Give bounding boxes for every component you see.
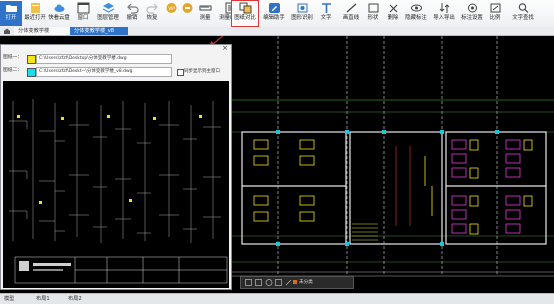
tab-layout-2[interactable]: 布局2	[68, 295, 82, 303]
measure-icon	[199, 5, 211, 11]
file2-label: 图纸二：	[3, 68, 23, 73]
window-icon	[77, 2, 89, 14]
shape-recognition-label: 图形识别	[291, 15, 313, 21]
text-icon	[321, 3, 331, 13]
recent-files-icon	[30, 3, 40, 13]
delete-button[interactable]: 删除	[384, 1, 402, 26]
scale-label: 比例	[489, 15, 501, 21]
tools-icon	[182, 3, 192, 13]
layers-icon	[102, 3, 114, 13]
tab-drawing-2[interactable]: 分体变教学楼_v8	[70, 27, 128, 35]
layer-float-bar: 未分类	[240, 276, 354, 289]
annotation-settings-button[interactable]: 标注设置	[460, 1, 484, 26]
file1-color-swatch[interactable]	[27, 54, 36, 64]
import-export-icon	[439, 3, 449, 13]
tab-model[interactable]: 模型	[4, 295, 14, 303]
sync-label: 同步显示到主窗口	[184, 69, 220, 74]
compare-dialog-header: ×	[1, 44, 231, 52]
shape-label: 形状	[367, 15, 379, 21]
delete-icon	[389, 4, 397, 13]
cloud-drive-label: 快看云盘	[48, 15, 70, 21]
text-search-button[interactable]: 文字查找	[510, 1, 536, 26]
compare-dialog: × 图纸一： C:\Users\zfzf\Desktop\分体变教学楼.dwg …	[0, 44, 232, 290]
layers-button[interactable]: 图层管理	[96, 1, 120, 26]
cloud-drive-icon	[54, 4, 64, 12]
shape-recognition-button[interactable]: 图形识别	[290, 1, 314, 26]
layout-tab-bar: 模型 布局1 布局2	[0, 293, 554, 304]
shape-button[interactable]: 形状	[364, 1, 382, 26]
drawing-compare-icon	[239, 2, 251, 14]
compare-preview-drawing	[3, 81, 229, 288]
recent-files-button[interactable]: 最近打开	[24, 1, 46, 26]
drawing-compare-label: 图纸对比	[234, 15, 256, 21]
tab-drawing-1[interactable]: 分体变教学楼	[14, 27, 77, 35]
annotation-settings-label: 标注设置	[461, 15, 483, 21]
annotation-settings-icon	[467, 3, 477, 13]
hide-annotation-icon	[410, 4, 422, 12]
draw-line-label: 画直线	[342, 15, 360, 21]
edit-assistant-label: 编辑助手	[263, 15, 285, 21]
measure-label: 测量	[199, 15, 211, 21]
vip-button[interactable]: VIP	[164, 1, 178, 26]
undo-icon	[126, 3, 139, 14]
tools-button[interactable]	[180, 1, 194, 26]
file2-path-field[interactable]: C:\Users\zfzf\Deskt~\分体变教学楼_v8.dwg	[36, 67, 172, 77]
layers-label: 图层管理	[97, 15, 119, 21]
drawing-compare-button[interactable]: 图纸对比	[231, 0, 259, 27]
file1-label: 图纸一：	[3, 55, 23, 60]
redo-label: 恢复	[146, 15, 158, 21]
import-export-label: 导入导出	[433, 15, 455, 21]
text-label: 文字	[320, 15, 332, 21]
scale-icon	[490, 3, 500, 13]
compare-preview-canvas[interactable]	[3, 81, 229, 288]
layer-category-label: 未分类	[299, 280, 313, 285]
redo-button[interactable]: 恢复	[144, 1, 160, 26]
shape-icon	[368, 3, 378, 13]
scale-button[interactable]: 比例	[486, 1, 504, 26]
text-search-icon	[518, 3, 528, 13]
text-button[interactable]: 文字	[318, 1, 334, 26]
vip-icon: VIP	[166, 3, 176, 13]
open-label: 打开	[5, 15, 17, 21]
hide-annotation-button[interactable]: 隐藏标注	[404, 1, 428, 26]
file2-color-swatch[interactable]	[27, 67, 36, 77]
main-toolbar: 打开 最近打开 快看云盘 窗口 图层管理 撤销 恢复 VIP 测量 测量统计 图…	[0, 0, 554, 28]
edit-assistant-icon	[268, 3, 280, 13]
recent-files-label: 最近打开	[24, 15, 46, 21]
tab-drawing-1-label: 分体变教学楼	[18, 28, 50, 34]
delete-label: 删除	[387, 15, 399, 21]
hide-annotation-label: 隐藏标注	[405, 15, 427, 21]
draw-line-icon	[346, 3, 356, 13]
svg-text:VIP: VIP	[168, 6, 175, 11]
tab-drawing-2-label: 分体变教学楼_v8	[74, 28, 115, 34]
text-search-label: 文字查找	[512, 15, 534, 21]
window-label: 窗口	[77, 15, 89, 21]
float-tools-icon[interactable]	[245, 279, 295, 286]
cloud-drive-button[interactable]: 快看云盘	[48, 1, 70, 26]
folder-open-icon	[5, 5, 17, 12]
home-icon[interactable]	[3, 28, 11, 34]
shape-recognition-icon	[297, 3, 307, 13]
draw-line-button[interactable]: 画直线	[340, 1, 362, 26]
close-button[interactable]: ×	[222, 44, 228, 52]
undo-label: 撤销	[126, 15, 138, 21]
sync-checkbox[interactable]	[177, 69, 184, 76]
file1-path-field[interactable]: C:\Users\zfzf\Desktop\分体变教学楼.dwg	[36, 54, 172, 64]
undo-button[interactable]: 撤销	[124, 1, 140, 26]
import-export-button[interactable]: 导入导出	[432, 1, 456, 26]
tab-layout-1[interactable]: 布局1	[36, 295, 50, 303]
document-tab-bar: 分体变教学楼 分体变教学楼_v8	[0, 27, 554, 36]
measure-button[interactable]: 测量	[196, 1, 214, 26]
edit-assistant-button[interactable]: 编辑助手	[262, 1, 286, 26]
window-button[interactable]: 窗口	[74, 1, 92, 26]
layer-color-swatch	[293, 280, 297, 284]
redo-icon	[145, 3, 158, 14]
open-button[interactable]: 打开	[0, 1, 22, 26]
